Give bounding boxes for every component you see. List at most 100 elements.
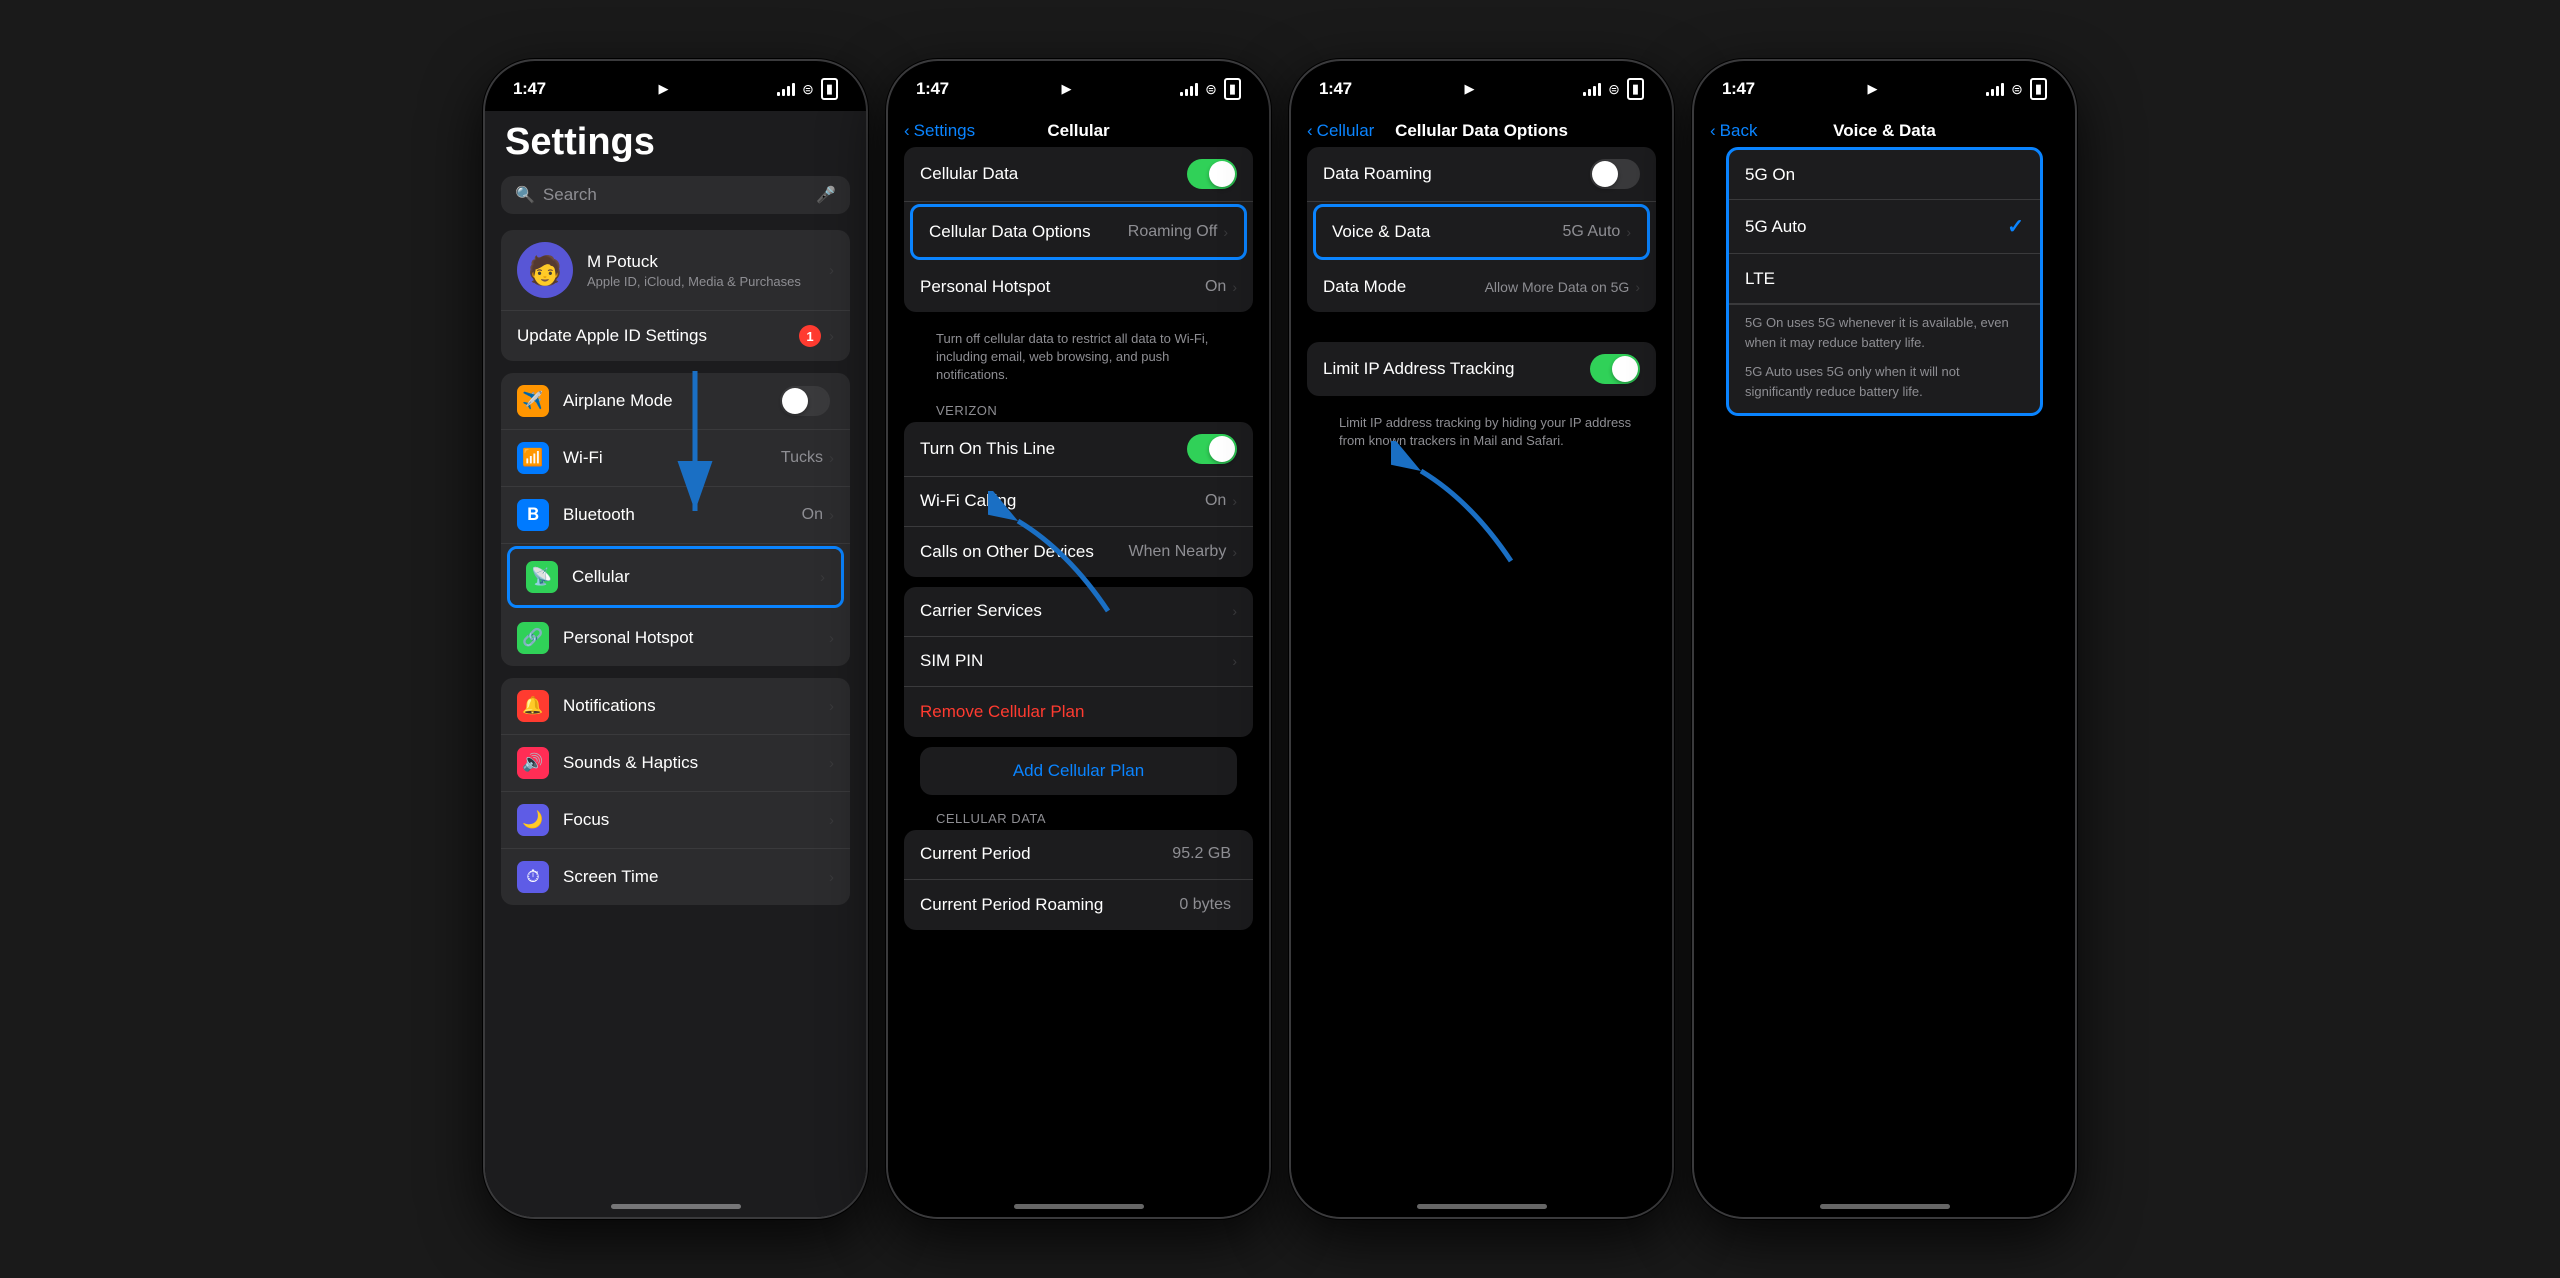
location-icon-3: ▶ [1464, 81, 1474, 97]
data-options-back-button[interactable]: ‹ Cellular [1307, 121, 1374, 141]
settings-title: Settings [485, 111, 866, 176]
home-indicator-1 [611, 1204, 741, 1209]
cellular-data-label: Cellular Data [920, 164, 1187, 184]
home-indicator-3 [1417, 1204, 1547, 1209]
verizon-header: VERIZON [904, 397, 1253, 422]
sounds-haptics-item[interactable]: 🔊 Sounds & Haptics › [501, 735, 850, 792]
voice-data-item[interactable]: Voice & Data 5G Auto › [1316, 207, 1647, 257]
data-roaming-toggle[interactable] [1590, 159, 1640, 189]
5g-auto-option[interactable]: 5G Auto ✓ [1729, 200, 2040, 254]
verizon-group: Turn On This Line Wi-Fi Calling On › Cal… [904, 422, 1253, 577]
ip-tracking-description: Limit IP address tracking by hiding your… [1307, 406, 1656, 462]
profile-name: M Potuck [587, 252, 829, 272]
calls-other-devices-value: When Nearby [1129, 543, 1227, 561]
search-icon: 🔍 [515, 185, 535, 205]
voice-data-content: 5G On 5G Auto ✓ LTE 5G On uses 5G whenev… [1694, 147, 2075, 416]
voice-data-options-group: 5G On 5G Auto ✓ LTE 5G On uses 5G whenev… [1726, 147, 2043, 416]
lte-option[interactable]: LTE [1729, 254, 2040, 304]
current-period-value: 95.2 GB [1172, 845, 1231, 863]
data-roaming-item[interactable]: Data Roaming [1307, 147, 1656, 202]
turn-on-line-item[interactable]: Turn On This Line [904, 422, 1253, 477]
cellular-data-options-value: Roaming Off [1128, 223, 1218, 241]
sounds-icon: 🔊 [517, 747, 549, 779]
update-chevron: › [829, 328, 834, 345]
mic-icon: 🎤 [816, 185, 836, 205]
carrier-services-item[interactable]: Carrier Services › [904, 587, 1253, 637]
5g-on-option[interactable]: 5G On [1729, 150, 2040, 200]
ip-tracking-group: Limit IP Address Tracking [1307, 342, 1656, 396]
current-period-roaming-label: Current Period Roaming [920, 895, 1179, 915]
add-plan-group: Add Cellular Plan [920, 747, 1237, 795]
wifi-icon-2: ⊜ [1205, 81, 1217, 98]
signal-bar-3 [787, 86, 790, 96]
limit-ip-tracking-toggle[interactable] [1590, 354, 1640, 384]
phones-container: 1:47 ▶ ⊜ ▮ Settings 🔍 Search [0, 0, 2560, 1278]
data-mode-item[interactable]: Data Mode Allow More Data on 5G › [1307, 262, 1656, 312]
misc-settings-group: 🔔 Notifications › 🔊 Sounds & Haptics › 🌙… [501, 678, 850, 905]
turn-on-line-toggle[interactable] [1187, 434, 1237, 464]
bluetooth-icon: 𝐁 [517, 499, 549, 531]
airplane-mode-toggle[interactable] [780, 386, 830, 416]
screen-time-item[interactable]: ⏱ Screen Time › [501, 849, 850, 905]
notifications-item[interactable]: 🔔 Notifications › [501, 678, 850, 735]
voice-data-back-button[interactable]: ‹ Back [1710, 121, 1757, 141]
profile-section[interactable]: 🧑 M Potuck Apple ID, iCloud, Media & Pur… [501, 230, 850, 311]
cellular-data-options-item[interactable]: Cellular Data Options Roaming Off › [913, 207, 1244, 257]
search-bar[interactable]: 🔍 Search 🎤 [501, 176, 850, 214]
screen-time-icon: ⏱ [517, 861, 549, 893]
current-period-item: Current Period 95.2 GB [904, 830, 1253, 880]
personal-hotspot-item-2[interactable]: Personal Hotspot On › [904, 262, 1253, 312]
personal-hotspot-label-2: Personal Hotspot [920, 277, 1205, 297]
location-icon-2: ▶ [1061, 81, 1071, 97]
wifi-calling-item[interactable]: Wi-Fi Calling On › [904, 477, 1253, 527]
focus-chevron: › [829, 812, 834, 829]
settings-screen: Settings 🔍 Search 🎤 🧑 M Potuck Apple ID,… [485, 111, 866, 1217]
remove-cellular-plan-item[interactable]: Remove Cellular Plan [904, 687, 1253, 737]
avatar: 🧑 [517, 242, 573, 298]
cellular-back-button[interactable]: ‹ Settings [904, 121, 975, 141]
cellular-screen: ‹ Settings Cellular Cellular Data [888, 111, 1269, 1217]
spacer-3 [1307, 322, 1656, 342]
screen-time-chevron: › [829, 869, 834, 886]
cellular-icon: 📡 [526, 561, 558, 593]
update-apple-id-item[interactable]: Update Apple ID Settings 1 › [501, 311, 850, 361]
calls-other-chevron: › [1232, 544, 1237, 560]
bluetooth-label: Bluetooth [563, 505, 802, 525]
cellular-section-list: Cellular Data Cellular Data Options Roam… [888, 147, 1269, 930]
limit-ip-tracking-item[interactable]: Limit IP Address Tracking [1307, 342, 1656, 396]
focus-item[interactable]: 🌙 Focus › [501, 792, 850, 849]
status-icons-4: ⊜ ▮ [1986, 78, 2047, 100]
cellular-chevron: › [820, 569, 825, 586]
data-mode-value: Allow More Data on 5G [1485, 279, 1630, 295]
phone-cellular-data-options: 1:47 ▶ ⊜ ▮ ‹ Cellular [1289, 59, 1674, 1219]
info-section-inner: 5G On uses 5G whenever it is available, … [1729, 304, 2040, 413]
carrier-services-label: Carrier Services [920, 601, 1232, 621]
sounds-chevron: › [829, 755, 834, 772]
signal-bars-2 [1180, 83, 1198, 96]
focus-icon: 🌙 [517, 804, 549, 836]
5g-on-label: 5G On [1745, 165, 2024, 185]
personal-hotspot-item[interactable]: 🔗 Personal Hotspot › [501, 610, 850, 666]
focus-label: Focus [563, 810, 829, 830]
airplane-mode-item[interactable]: ✈️ Airplane Mode [501, 373, 850, 430]
calls-other-devices-item[interactable]: Calls on Other Devices When Nearby › [904, 527, 1253, 577]
voice-data-nav-bar: ‹ Back Voice & Data [1694, 111, 2075, 147]
current-period-label: Current Period [920, 844, 1172, 864]
add-cellular-plan-button[interactable]: Add Cellular Plan [920, 747, 1237, 795]
bluetooth-item[interactable]: 𝐁 Bluetooth On › [501, 487, 850, 544]
cellular-data-toggle-item[interactable]: Cellular Data [904, 147, 1253, 202]
voice-data-value: 5G Auto [1563, 223, 1621, 241]
network-settings-group: ✈️ Airplane Mode 📶 Wi-Fi Tucks › 𝐁 Bluet… [501, 373, 850, 666]
voice-data-nav-title: Voice & Data [1833, 121, 1936, 141]
notifications-chevron: › [829, 698, 834, 715]
cellular-item[interactable]: 📡 Cellular › [510, 549, 841, 605]
cellular-back-label: Settings [914, 121, 975, 141]
cellular-data-toggle[interactable] [1187, 159, 1237, 189]
cellular-nav-bar: ‹ Settings Cellular [888, 111, 1269, 147]
voice-data-highlight: Voice & Data 5G Auto › [1313, 204, 1650, 260]
wifi-item[interactable]: 📶 Wi-Fi Tucks › [501, 430, 850, 487]
sim-pin-item[interactable]: SIM PIN › [904, 637, 1253, 687]
airplane-mode-icon: ✈️ [517, 385, 549, 417]
status-icons-2: ⊜ ▮ [1180, 78, 1241, 100]
wifi-chevron: › [829, 450, 834, 467]
